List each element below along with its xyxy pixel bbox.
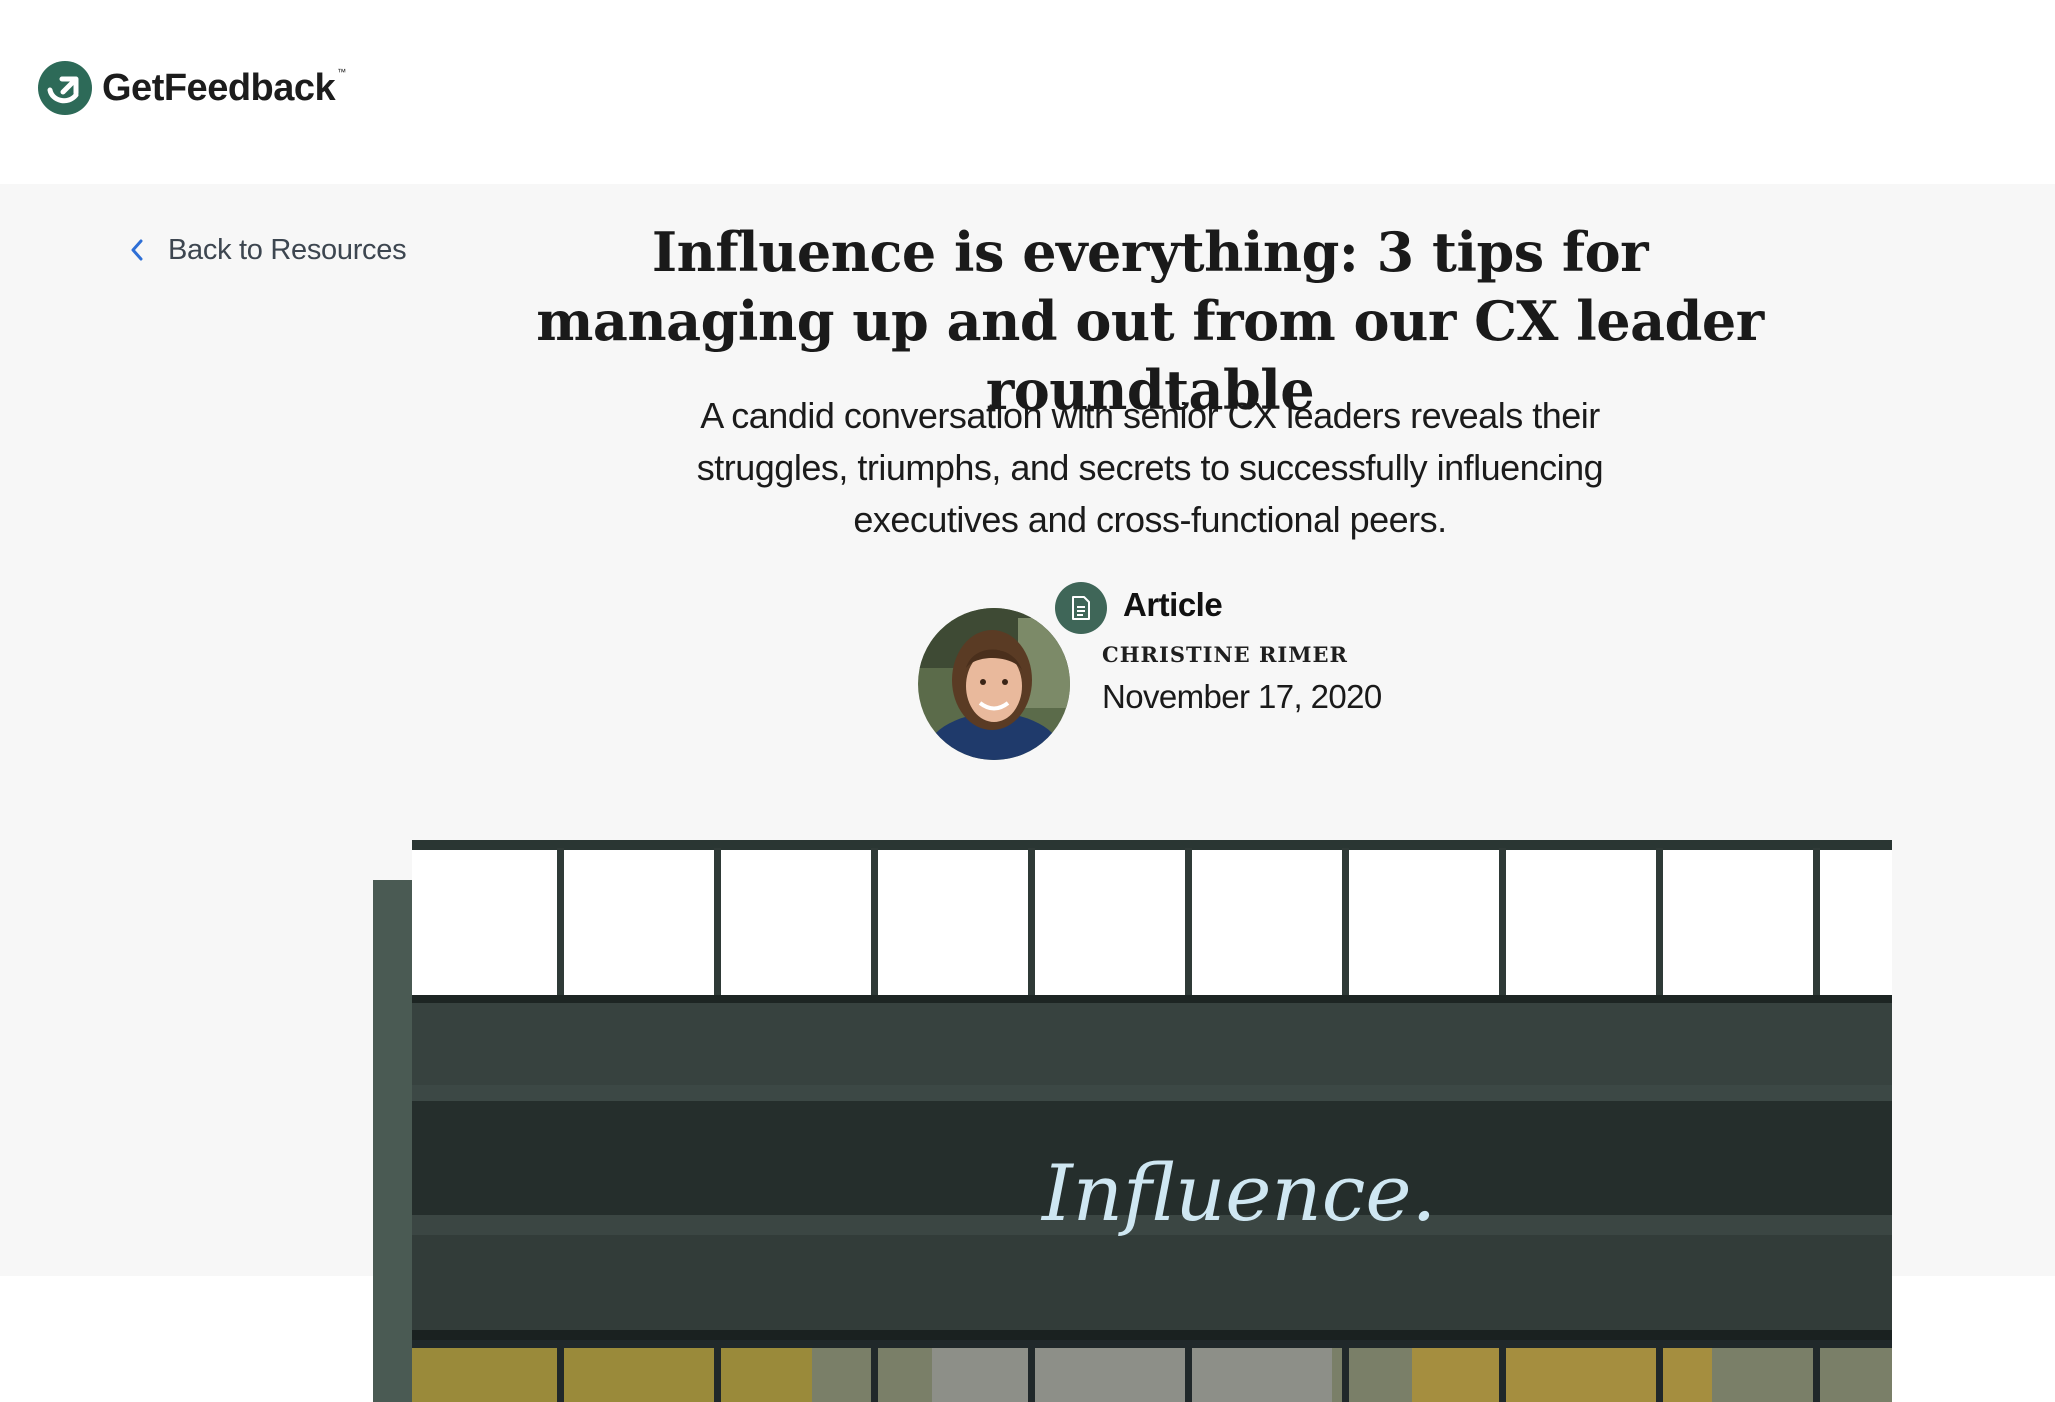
content-type-label: Article: [1123, 586, 1223, 623]
back-to-resources-link[interactable]: Back to Resources: [128, 228, 407, 272]
publish-date: November 17, 2020: [1102, 678, 1382, 715]
back-link-label: Back to Resources: [168, 233, 407, 266]
hero-image: Influence.: [412, 840, 1892, 1402]
chevron-left-icon: [131, 239, 143, 261]
image-accent-bar: [373, 880, 413, 1402]
author-name: CHRISTINE RIMER: [1102, 642, 1348, 667]
getfeedback-logo-icon: [38, 61, 92, 115]
author-avatar: [918, 608, 1070, 760]
getfeedback-logo[interactable]: GetFeedback ™: [38, 60, 346, 116]
article-subtitle: A candid conversation with senior CX lea…: [696, 395, 1604, 540]
logo-wordmark: GetFeedback ™: [102, 66, 346, 109]
site-header: GetFeedback ™: [0, 0, 2055, 184]
hero-image-graffiti: Influence.: [1040, 1149, 1436, 1239]
document-icon: [1055, 582, 1107, 634]
